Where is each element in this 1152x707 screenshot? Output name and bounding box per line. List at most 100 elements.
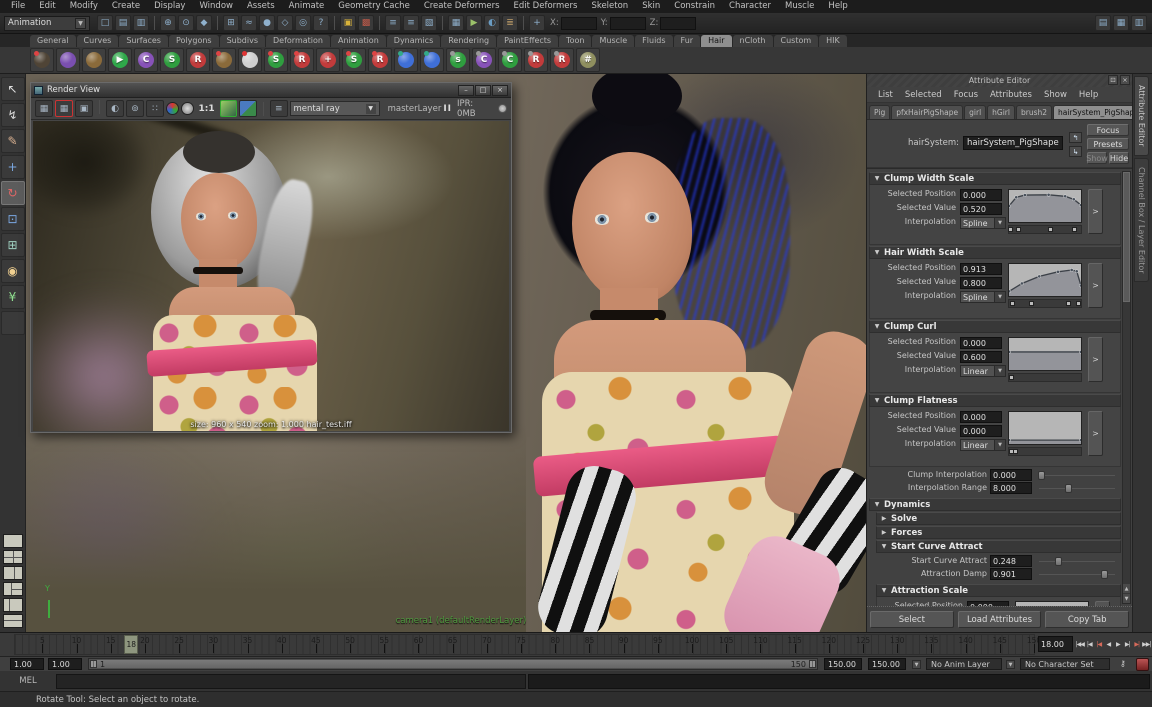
interactive-playback-icon[interactable]: ▶ [108,48,132,72]
presets-button[interactable]: Presets [1087,138,1129,150]
paint-hair-tool-icon[interactable] [56,48,80,72]
menu-modify[interactable]: Modify [63,0,105,13]
shelf-tab-painteffects[interactable]: PaintEffects [497,35,558,47]
comb-hair-icon[interactable]: # [576,48,600,72]
clump_curl-ramp-graph[interactable] [1008,337,1082,371]
section-header-hair-width-scale[interactable]: ▼Hair Width Scale [869,246,1121,259]
universal-manipulator-icon[interactable]: ⊞ [1,233,25,257]
one-to-one-zoom-button[interactable]: 1:1 [196,104,218,114]
ae-tab-hairsystem-pigshape[interactable]: hairSystem_PigShape [1053,105,1132,119]
load-attributes-button[interactable]: Load Attributes [958,611,1042,628]
ipr-render-icon[interactable]: ◐ [106,100,124,117]
three-pane-layout-icon[interactable] [3,582,23,596]
go-to-end-button[interactable]: ▶▶| [1142,636,1152,653]
clump_width_scale-ramp-marker[interactable] [1008,227,1013,232]
ae-menu-attributes[interactable]: Attributes [985,90,1037,100]
close-icon[interactable]: × [1120,75,1130,85]
maximize-icon[interactable]: □ [475,85,491,96]
current-position-cache-icon[interactable]: C [134,48,158,72]
clump_interpolation-field[interactable]: 0.000 [990,469,1032,481]
y-coordinate-input[interactable] [610,17,646,30]
clump_curl-interpolation-select[interactable]: Linear▼ [960,365,1006,377]
new-scene-icon[interactable]: □ [97,15,113,31]
scale-tool-icon[interactable]: ⊡ [1,207,25,231]
clump_width_scale-ramp-graph[interactable] [1008,189,1082,223]
menu-muscle[interactable]: Muscle [778,0,821,13]
menu-edit-deformers[interactable]: Edit Deformers [507,0,585,13]
show-button[interactable]: Show [1087,152,1107,164]
rendered-image[interactable]: size: 960 x 540 zoom: 1.000 hair_test.if… [33,121,509,431]
ae-tab-pig[interactable]: Pig [869,105,890,119]
time-slider[interactable]: 5101520253035404550556065707580859095100… [14,634,1035,655]
menu-display[interactable]: Display [147,0,192,13]
range-end-handle[interactable] [809,660,816,668]
ae-menu-selected[interactable]: Selected [900,90,947,100]
clump_width_scale-ramp-marker[interactable] [1048,227,1053,232]
hair_width_scale-position-field[interactable]: 0.913 [960,263,1002,275]
paint-hair-textures-icon[interactable] [238,48,262,72]
attraction_damp-slider-handle[interactable] [1101,570,1108,579]
menu-geometry-cache[interactable]: Geometry Cache [331,0,417,13]
tool-settings-toggle-icon[interactable]: ▦ [1113,15,1129,31]
clump_width_scale-ramp-marker[interactable] [1016,227,1021,232]
clump_interpolation-slider-handle[interactable] [1038,471,1045,480]
rotate-tool-icon[interactable]: ↻ [1,181,25,205]
display-rest-icon[interactable]: R [524,48,548,72]
attraction_damp-slider[interactable] [1039,574,1115,575]
clump_flatness-ramp-marker[interactable] [1013,449,1018,454]
hair-clump-icon[interactable] [212,48,236,72]
menu-create-deformers[interactable]: Create Deformers [417,0,507,13]
shelf-tab-animation[interactable]: Animation [331,35,386,47]
node-name-input[interactable]: hairSystem_PigShape [963,136,1063,150]
shelf-tab-hair[interactable]: Hair [701,35,731,47]
character-set-selector[interactable]: No Character Set [1020,658,1110,670]
render-settings-icon[interactable]: ≣ [502,15,518,31]
clump_flatness-ramp-graph[interactable] [1008,411,1082,445]
interpolation_range-field[interactable]: 8.000 [990,482,1032,494]
chevron-down-icon[interactable]: ▼ [1006,660,1015,669]
clump_curl-position-field[interactable]: 0.000 [960,337,1002,349]
chevron-down-icon[interactable]: ▼ [912,660,921,669]
rgb-channels-icon[interactable] [166,102,179,115]
current-time-field[interactable]: 18.00 [1038,636,1073,652]
hair_width_scale-value-field[interactable]: 0.800 [960,277,1002,289]
go-to-start-button[interactable]: |◀◀ [1075,636,1085,653]
select-next-node-icon[interactable]: ↳ [1069,146,1082,157]
select-tool-icon[interactable]: ↖ [1,77,25,101]
clump_curl-ramp-marker[interactable] [1009,375,1014,380]
display-options-icon[interactable]: ≡ [270,100,288,117]
shelf-tab-rendering[interactable]: Rendering [441,35,496,47]
coordinate-entry-icon[interactable]: + [529,15,545,31]
start_curve_attract-slider-handle[interactable] [1055,557,1062,566]
display-start-icon[interactable]: s [446,48,470,72]
hair_width_scale-ramp-markers[interactable] [1008,299,1082,308]
show-manipulator-tool-icon[interactable]: ¥ [1,285,25,309]
start_curve_attract-field[interactable]: 0.248 [990,555,1032,567]
range-slider-bar[interactable]: 1 150 [90,660,816,668]
menu-help[interactable]: Help [821,0,854,13]
select-component-icon[interactable]: ◆ [196,15,212,31]
set-key-icon[interactable]: ⚷ [1120,659,1132,670]
ae-menu-help[interactable]: Help [1074,90,1103,100]
shelf-tab-toon[interactable]: Toon [559,35,591,47]
section-header-attraction-scale[interactable]: ▼Attraction Scale [876,584,1121,597]
hair_width_scale-ramp-marker[interactable] [1029,301,1034,306]
make-collide-icon[interactable] [394,48,418,72]
shelf-tab-muscle[interactable]: Muscle [592,35,634,47]
section-header-clump-flatness[interactable]: ▼Clump Flatness [869,394,1121,407]
auto-keyframe-toggle-icon[interactable] [1136,658,1149,671]
attribute-editor-toggle-icon[interactable]: ▤ [1095,15,1111,31]
menu-skin[interactable]: Skin [635,0,667,13]
menu-file[interactable]: File [4,0,32,13]
dock-tab-channel-box-layer-editor[interactable]: Channel Box / Layer Editor [1134,158,1149,283]
hair_width_scale-expand-button[interactable]: > [1088,263,1103,308]
step-back-key-button[interactable]: |◀ [1094,636,1104,653]
clump_width_scale-ramp-marker[interactable] [1072,227,1077,232]
hypergraph-persp-layout-icon[interactable] [3,614,23,628]
input-connections-icon[interactable]: ≡ [385,15,401,31]
refresh-icon[interactable]: ⊚ [126,100,144,117]
vertical-scrollbar[interactable]: ▲ ▼ [1122,171,1131,604]
step-forward-key-button[interactable]: ▶| [1132,636,1142,653]
copy-tab-button[interactable]: Copy Tab [1045,611,1129,628]
section-header-clump-curl[interactable]: ▼Clump Curl [869,320,1121,333]
